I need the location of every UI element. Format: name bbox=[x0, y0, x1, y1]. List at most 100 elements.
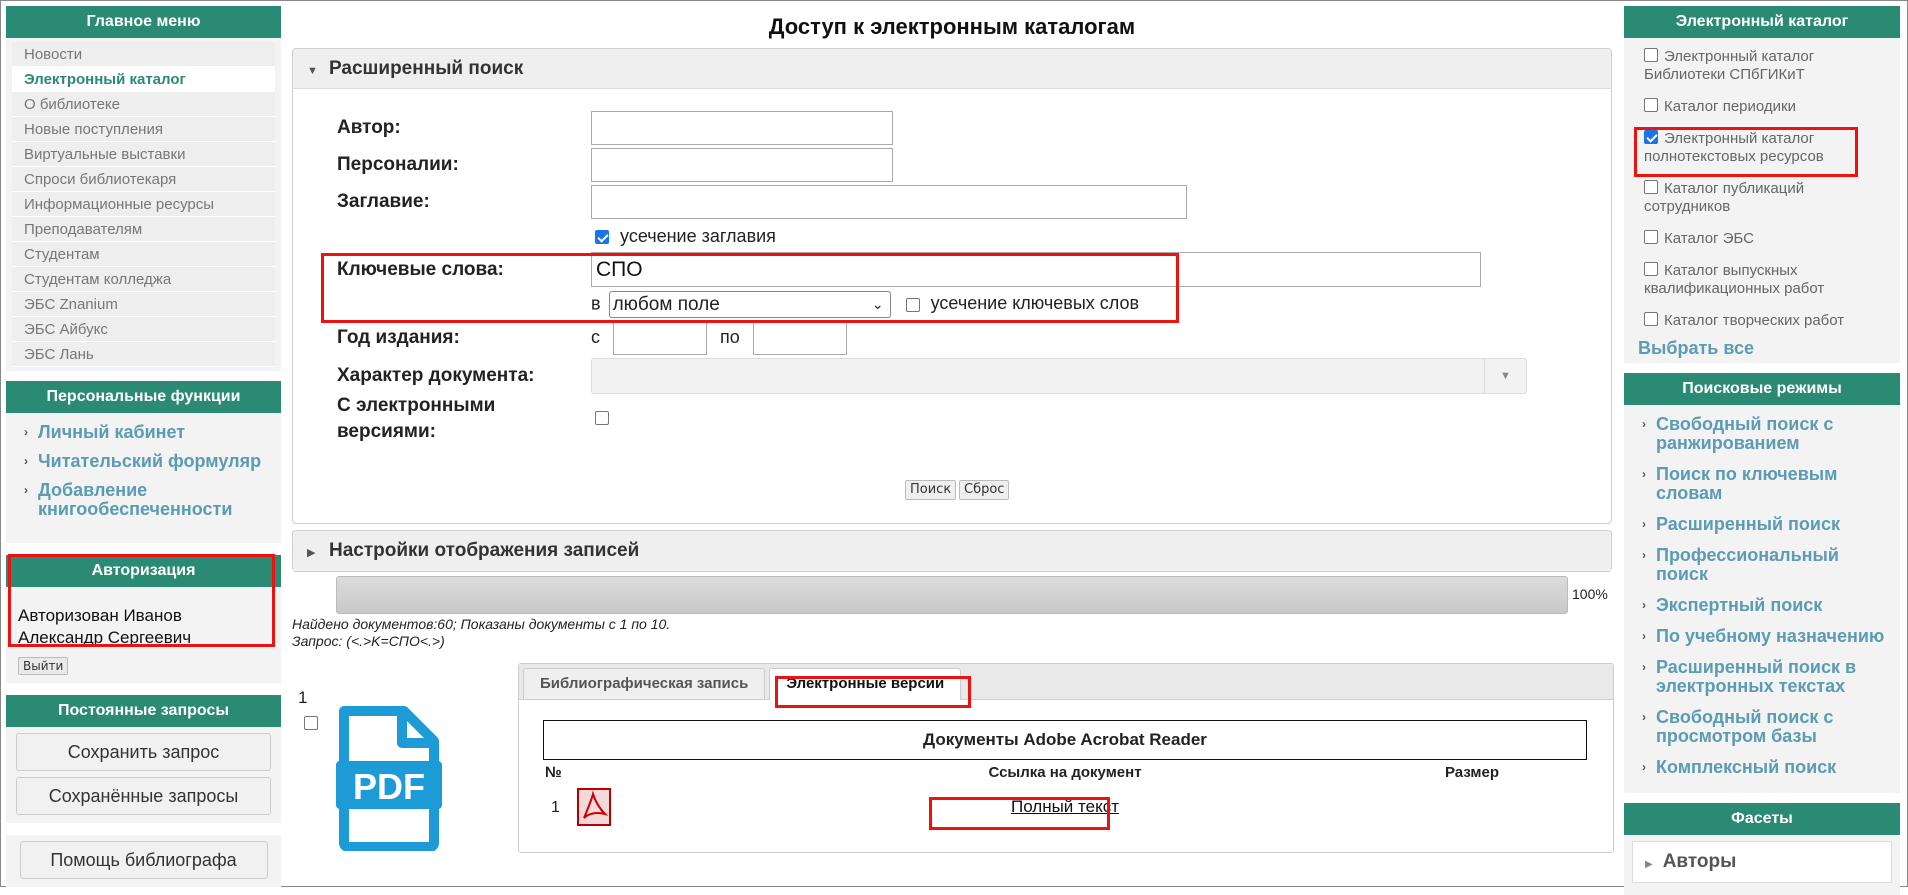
doctype-label: Характер документа: bbox=[337, 365, 535, 386]
full-text-link[interactable]: Полный текст bbox=[915, 797, 1215, 817]
save-query-button[interactable]: Сохранить запрос bbox=[16, 733, 271, 771]
personal-link-book-supply[interactable]: › Добавление книгообеспеченности bbox=[24, 481, 275, 519]
menu-item-ebs-lan[interactable]: ЭБС Лань bbox=[12, 342, 275, 367]
acrobat-icon[interactable] bbox=[577, 788, 611, 826]
help-box: Помощь библиографа bbox=[6, 835, 281, 887]
menu-item-new-arrivals[interactable]: Новые поступления bbox=[12, 117, 275, 142]
search-button[interactable]: Поиск bbox=[905, 480, 957, 500]
catalog-item-periodicals[interactable]: Каталог периодики bbox=[1644, 98, 1892, 116]
catalog-checkbox[interactable] bbox=[1644, 180, 1658, 194]
record-select-checkbox[interactable] bbox=[304, 716, 318, 730]
truncate-keywords-checkbox[interactable] bbox=[905, 297, 920, 312]
display-settings-panel: ▶ Настройки отображения записей bbox=[292, 530, 1612, 572]
catalog-item-theses[interactable]: Каталог выпускных квалификационных работ bbox=[1644, 262, 1892, 298]
personal-link-cabinet[interactable]: › Личный кабинет bbox=[24, 423, 275, 442]
auth-box: Авторизован Иванов Александр Сергеевич В… bbox=[6, 587, 281, 683]
menu-item-catalog[interactable]: Электронный каталог bbox=[12, 67, 275, 92]
menu-item-ebs-ibooks[interactable]: ЭБС Айбукс bbox=[12, 317, 275, 342]
facet-authors[interactable]: ▶ Авторы bbox=[1632, 841, 1892, 883]
reset-button[interactable]: Сброс bbox=[959, 480, 1010, 500]
mode-complex[interactable]: › Комплексный поиск bbox=[1642, 758, 1892, 777]
truncate-title-checkbox[interactable] bbox=[595, 230, 609, 245]
facets-title: Фасеты bbox=[1624, 803, 1900, 835]
keywords-label: Ключевые слова: bbox=[337, 259, 504, 280]
person-label: Персоналии: bbox=[337, 154, 459, 175]
select-all-link[interactable]: Выбрать все bbox=[1638, 338, 1892, 359]
author-input[interactable] bbox=[591, 111, 893, 145]
bullet-icon: › bbox=[1642, 548, 1646, 562]
mode-free-ranked[interactable]: › Свободный поиск с ранжированием bbox=[1642, 415, 1892, 453]
catalog-checkbox[interactable] bbox=[1644, 48, 1658, 62]
catalog-item-fulltext[interactable]: Электронный каталог полнотекстовых ресур… bbox=[1644, 130, 1892, 166]
year-to-input[interactable] bbox=[752, 321, 847, 355]
row-no: 1 bbox=[551, 799, 560, 816]
bullet-icon: › bbox=[1642, 467, 1646, 481]
help-button[interactable]: Помощь библиографа bbox=[19, 841, 268, 879]
mode-advanced-texts[interactable]: › Расширенный поиск в электронных текстах bbox=[1642, 658, 1892, 696]
doctype-select[interactable]: ▼ bbox=[591, 358, 1527, 394]
facets-box: ▶ Авторы bbox=[1624, 835, 1900, 895]
display-settings-header[interactable]: ▶ Настройки отображения записей bbox=[293, 531, 1611, 571]
record-1: 1 PDF Библиографическая запись Электронн… bbox=[292, 650, 1614, 853]
catalog-checkbox[interactable] bbox=[1644, 230, 1658, 244]
field-select[interactable]: любом поле ⌄ bbox=[608, 291, 891, 318]
right-column: Электронный каталог Электронный каталог … bbox=[1624, 6, 1900, 895]
bullet-icon: › bbox=[24, 425, 28, 439]
truncate-title-option[interactable]: усечение заглавия bbox=[595, 226, 776, 247]
menu-item-students[interactable]: Студентам bbox=[12, 242, 275, 267]
mode-advanced[interactable]: › Расширенный поиск bbox=[1642, 515, 1892, 534]
mode-keywords[interactable]: › Поиск по ключевым словам bbox=[1642, 465, 1892, 503]
mode-educational[interactable]: › По учебному назначению bbox=[1642, 627, 1892, 646]
search-modes-title: Поисковые режимы bbox=[1624, 373, 1900, 405]
catalog-item-ebs[interactable]: Каталог ЭБС bbox=[1644, 230, 1892, 248]
saved-queries-title: Постоянные запросы bbox=[6, 695, 281, 727]
tab-bibliographic[interactable]: Библиографическая запись bbox=[523, 668, 766, 699]
mode-expert[interactable]: › Экспертный поиск bbox=[1642, 596, 1892, 615]
saved-queries-button[interactable]: Сохранённые запросы bbox=[16, 777, 271, 815]
person-input[interactable] bbox=[591, 148, 893, 182]
menu-item-news[interactable]: Новости bbox=[12, 42, 275, 67]
title-label: Заглавие: bbox=[337, 191, 430, 212]
chevron-down-icon: ⌄ bbox=[871, 296, 884, 312]
title-input[interactable] bbox=[591, 185, 1187, 219]
record-tabs-panel: Библиографическая запись Электронные вер… bbox=[518, 663, 1614, 853]
catalog-item-staff-publications[interactable]: Каталог публикаций сотрудников bbox=[1644, 180, 1892, 216]
year-from-input[interactable] bbox=[613, 321, 708, 355]
menu-item-ask-librarian[interactable]: Спроси библиотекаря bbox=[12, 167, 275, 192]
personal-link-formular[interactable]: › Читательский формуляр bbox=[24, 452, 275, 471]
advanced-search-panel: ▼ Расширенный поиск Автор: Персоналии: За… bbox=[292, 48, 1612, 524]
mode-free-browse[interactable]: › Свободный поиск с просмотром базы bbox=[1642, 708, 1892, 746]
keywords-input[interactable]: СПО bbox=[591, 252, 1481, 287]
menu-item-teachers[interactable]: Преподавателям bbox=[12, 217, 275, 242]
catalog-item-main[interactable]: Электронный каталог Библиотеки СПбГИКиТ bbox=[1644, 48, 1892, 84]
keywords-field-row: в любом поле ⌄ усечение ключевых слов bbox=[591, 291, 1139, 318]
menu-item-about[interactable]: О библиотеке bbox=[12, 92, 275, 117]
saved-queries: Сохранить запрос Сохранённые запросы bbox=[6, 727, 281, 823]
main-menu-title: Главное меню bbox=[6, 6, 281, 38]
center-column: Доступ к электронным каталогам ▼ Расширен… bbox=[292, 6, 1614, 853]
bullet-icon: › bbox=[1642, 760, 1646, 774]
query-text: Запрос: (<.>K=СПО<.>) bbox=[292, 633, 445, 649]
catalog-checkbox[interactable] bbox=[1644, 312, 1658, 326]
main-menu: Новости Электронный каталог О библиотеке… bbox=[6, 38, 281, 371]
pdf-file-icon: PDF bbox=[336, 706, 442, 851]
triangle-right-icon: ▶ bbox=[307, 547, 316, 559]
progress-row: 100% bbox=[292, 572, 1612, 616]
record-tabs: Библиографическая запись Электронные вер… bbox=[519, 664, 1613, 700]
mode-professional[interactable]: › Профессиональный поиск bbox=[1642, 546, 1892, 584]
catalog-item-creative[interactable]: Каталог творческих работ bbox=[1644, 312, 1892, 330]
logout-button[interactable]: Выйти bbox=[18, 657, 69, 675]
tab-electronic[interactable]: Электронные версии bbox=[769, 668, 962, 700]
page-title: Доступ к электронным каталогам bbox=[768, 14, 1136, 39]
catalog-checkbox[interactable] bbox=[1644, 130, 1658, 144]
bullet-icon: › bbox=[24, 454, 28, 468]
menu-item-college-students[interactable]: Студентам колледжа bbox=[12, 267, 275, 292]
menu-item-info-resources[interactable]: Информационные ресурсы bbox=[12, 192, 275, 217]
menu-item-exhibitions[interactable]: Виртуальные выставки bbox=[12, 142, 275, 167]
catalog-checkbox[interactable] bbox=[1644, 262, 1658, 276]
catalog-checkbox[interactable] bbox=[1644, 98, 1658, 112]
menu-item-ebs-znanium[interactable]: ЭБС Znanium bbox=[12, 292, 275, 317]
advanced-search-header[interactable]: ▼ Расширенный поиск bbox=[293, 49, 1611, 89]
year-label: Год издания: bbox=[337, 327, 460, 348]
electronic-checkbox[interactable] bbox=[595, 411, 609, 425]
